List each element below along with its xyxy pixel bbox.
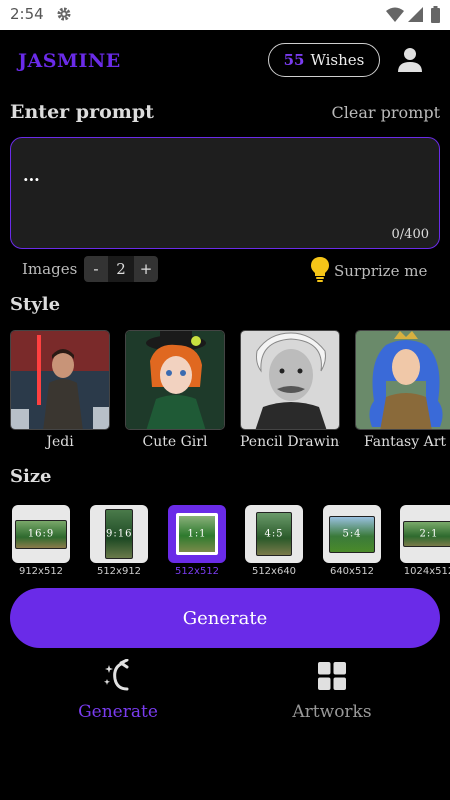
style-item-label: Jedi xyxy=(46,434,74,450)
surprise-me-label: Surprize me xyxy=(334,262,428,280)
images-count: 2 xyxy=(108,256,134,282)
size-ratio: 9:16 xyxy=(106,528,133,540)
grid-icon xyxy=(257,656,407,696)
size-frame: 5:4 xyxy=(323,505,381,563)
size-ratio: 4:5 xyxy=(264,528,284,540)
size-option-1-1[interactable]: 1:1 512x512 xyxy=(168,505,226,577)
style-list: Jedi Cute Girl Pencil Drawing Fantasy Ar… xyxy=(10,330,450,455)
style-item-cute-girl[interactable]: Cute Girl xyxy=(125,330,225,450)
prompt-text: ... xyxy=(23,166,40,185)
size-option-16-9[interactable]: 16:9 912x512 xyxy=(12,505,70,577)
size-resolution: 512x640 xyxy=(251,566,297,577)
wifi-icon xyxy=(386,7,404,26)
size-preview: 16:9 xyxy=(15,519,67,549)
size-ratio: 5:4 xyxy=(342,528,362,540)
style-item-fantasy-art[interactable]: Fantasy Art xyxy=(355,330,450,450)
images-stepper: - 2 + xyxy=(84,256,158,282)
style-item-label: Pencil Drawing xyxy=(240,434,340,450)
size-resolution: 912x512 xyxy=(18,566,64,577)
clear-prompt-button[interactable]: Clear prompt xyxy=(332,103,440,122)
size-resolution: 512x912 xyxy=(96,566,142,577)
images-label: Images xyxy=(22,260,78,278)
size-preview: 9:16 xyxy=(105,509,133,559)
generate-button[interactable]: Generate xyxy=(10,588,440,648)
size-frame: 1:1 xyxy=(168,505,226,563)
decrement-button[interactable]: - xyxy=(84,256,108,282)
size-frame: 16:9 xyxy=(12,505,70,563)
status-time: 2:54 xyxy=(10,5,44,23)
size-frame: 4:5 xyxy=(245,505,303,563)
size-ratio: 16:9 xyxy=(27,528,55,540)
style-item-label: Cute Girl xyxy=(142,434,208,450)
size-ratio: 2:1 xyxy=(419,528,439,540)
size-frame: 9:16 xyxy=(90,505,148,563)
wishes-label: Wishes xyxy=(310,51,365,69)
nav-item-label: Generate xyxy=(78,702,158,722)
nav-item-artworks[interactable]: Artworks xyxy=(257,656,407,722)
style-item-pencil-drawing[interactable]: Pencil Drawing xyxy=(240,330,340,450)
size-option-2-1[interactable]: 2:1 1024x512 xyxy=(400,505,450,577)
gear-icon xyxy=(56,6,72,26)
size-resolution: 640x512 xyxy=(329,566,375,577)
app-brand: JASMINE xyxy=(18,50,121,72)
wishes-button[interactable]: 55 Wishes xyxy=(268,43,380,77)
surprise-me-button[interactable]: Surprize me xyxy=(310,256,427,286)
cellular-icon xyxy=(408,7,423,26)
prompt-label: Enter prompt xyxy=(10,101,154,123)
style-thumbnail xyxy=(355,330,450,430)
size-resolution: 512x512 xyxy=(174,566,220,577)
size-preview: 1:1 xyxy=(176,513,218,555)
status-bar: 2:54 xyxy=(0,0,450,30)
size-preview: 2:1 xyxy=(403,521,450,547)
style-item-jedi[interactable]: Jedi xyxy=(10,330,110,450)
size-option-9-16[interactable]: 9:16 512x912 xyxy=(90,505,148,577)
size-section-label: Size xyxy=(10,466,52,487)
prompt-input[interactable]: ... 0/400 xyxy=(10,137,440,249)
style-thumbnail xyxy=(125,330,225,430)
bottom-navigation: Generate Artworks xyxy=(0,656,450,736)
size-option-4-5[interactable]: 4:5 512x640 xyxy=(245,505,303,577)
increment-button[interactable]: + xyxy=(134,256,158,282)
size-resolution: 1024x512 xyxy=(403,566,450,577)
nav-item-label: Artworks xyxy=(292,702,372,722)
size-ratio: 1:1 xyxy=(187,528,207,540)
wishes-count: 55 xyxy=(283,51,305,69)
style-item-label: Fantasy Art xyxy=(363,434,447,450)
lightbulb-icon xyxy=(310,256,330,286)
size-list: 16:9 912x512 9:16 512x912 1:1 512x512 4:… xyxy=(0,505,450,585)
size-preview: 4:5 xyxy=(256,512,292,556)
person-icon[interactable] xyxy=(396,46,424,78)
size-frame: 2:1 xyxy=(400,505,450,563)
magic-wand-icon xyxy=(43,656,193,696)
style-thumbnail xyxy=(240,330,340,430)
nav-item-generate[interactable]: Generate xyxy=(43,656,193,722)
battery-icon xyxy=(431,6,440,27)
style-thumbnail xyxy=(10,330,110,430)
size-option-5-4[interactable]: 5:4 640x512 xyxy=(323,505,381,577)
size-preview: 5:4 xyxy=(329,515,375,553)
prompt-char-counter: 0/400 xyxy=(391,227,429,242)
style-section-label: Style xyxy=(10,294,61,315)
